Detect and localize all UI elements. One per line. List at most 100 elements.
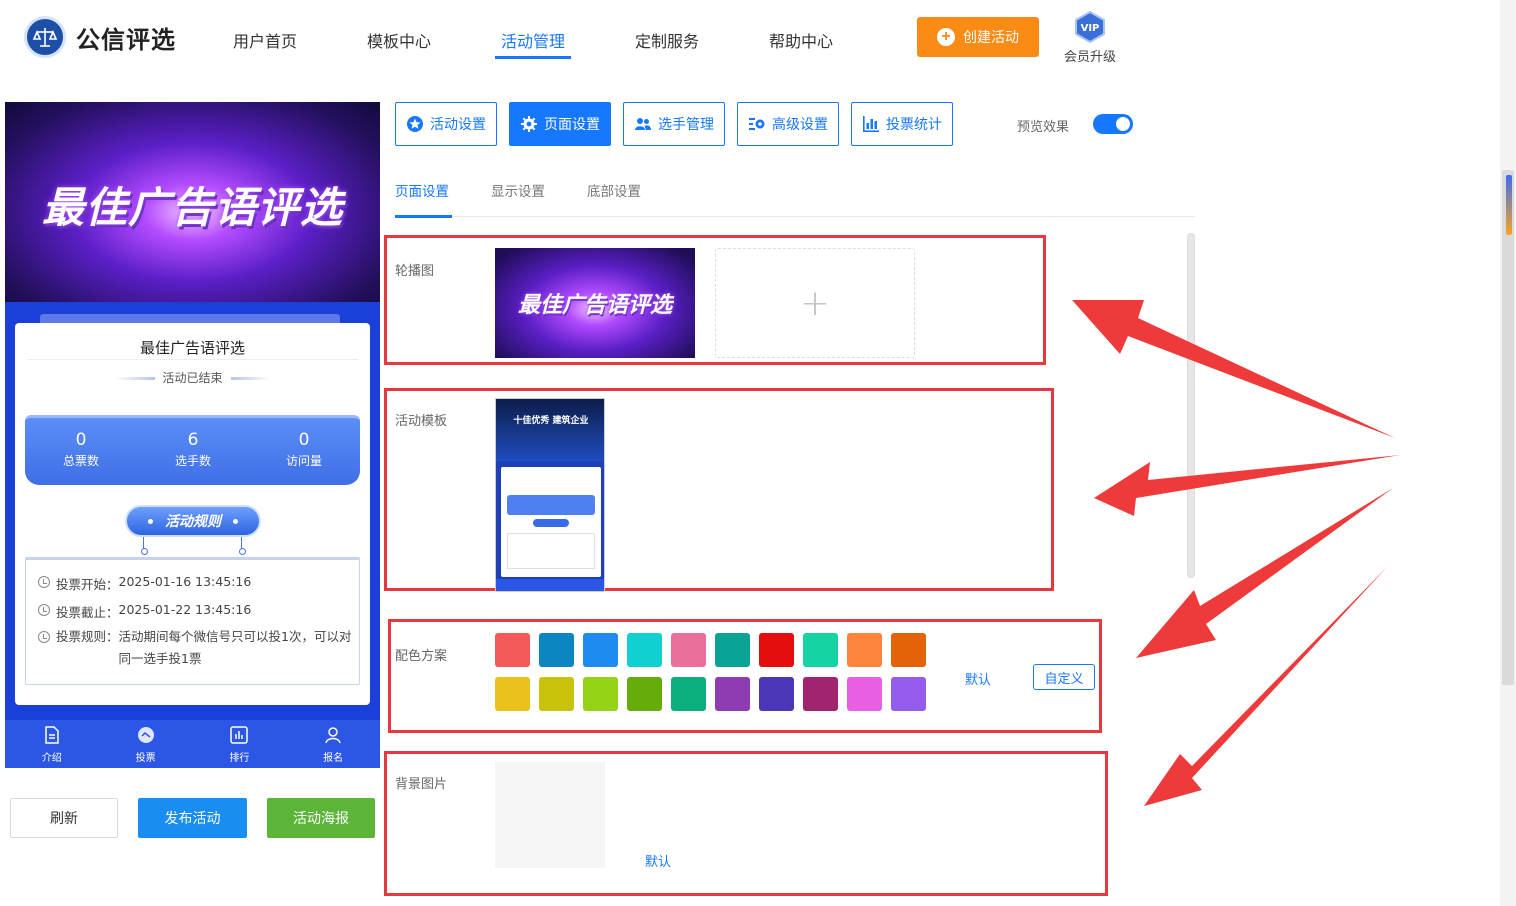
- template-thumbnail[interactable]: 十佳优秀 建筑企业: [495, 398, 605, 592]
- refresh-button[interactable]: 刷新: [10, 798, 118, 838]
- rule-key: 投票截止：: [56, 605, 119, 620]
- rule-key: 投票规则：: [56, 629, 119, 644]
- nav-item-activity-management[interactable]: 活动管理: [501, 28, 565, 52]
- color-swatch[interactable]: [627, 633, 662, 667]
- color-swatch[interactable]: [759, 633, 794, 667]
- nav-item-help[interactable]: 帮助中心: [769, 28, 833, 52]
- color-custom-button[interactable]: 自定义: [1033, 664, 1095, 690]
- clock-icon: [38, 576, 50, 588]
- nav-item-custom-service[interactable]: 定制服务: [635, 28, 699, 52]
- bar-chart-icon: [863, 116, 879, 132]
- color-swatch[interactable]: [671, 677, 706, 711]
- document-icon: [45, 725, 59, 744]
- button-label: 高级设置: [772, 116, 828, 132]
- activity-settings-button[interactable]: 活动设置: [395, 102, 497, 146]
- tab-label: 介绍: [41, 752, 62, 764]
- rules-box: 投票开始： 2025-01-16 13:45:16 投票截止： 2025-01-…: [25, 557, 360, 685]
- template-tabbar: [496, 579, 604, 591]
- template-card: [501, 467, 601, 577]
- color-swatch[interactable]: [803, 633, 838, 667]
- background-image-upload[interactable]: [495, 762, 605, 868]
- carousel-upload-button[interactable]: +: [715, 248, 915, 358]
- clock-icon: [38, 604, 50, 616]
- publish-activity-button[interactable]: 发布活动: [138, 798, 247, 838]
- color-swatch[interactable]: [539, 633, 574, 667]
- tab-ranking[interactable]: 排行: [193, 720, 287, 768]
- banner-title: 最佳广告语评选: [41, 183, 343, 232]
- color-scheme-label: 配色方案: [395, 649, 448, 664]
- contestant-management-button[interactable]: 选手管理: [623, 102, 725, 146]
- activity-poster-button[interactable]: 活动海报: [267, 798, 375, 838]
- color-swatch[interactable]: [539, 677, 574, 711]
- advanced-settings-icon: [749, 118, 765, 130]
- subtab-page-settings[interactable]: 页面设置: [395, 180, 449, 200]
- carousel-label: 轮播图: [395, 264, 435, 279]
- gear-icon: [521, 116, 537, 132]
- rule-key: 投票开始：: [56, 577, 119, 592]
- preview-effect-toggle[interactable]: [1093, 114, 1133, 134]
- color-swatch[interactable]: [715, 633, 750, 667]
- stats-panel: 0 总票数 6 选手数 0 访问量: [25, 415, 360, 485]
- dot-icon: [148, 518, 153, 524]
- subtab-footer-settings[interactable]: 底部设置: [587, 180, 641, 200]
- plus-icon: +: [937, 28, 955, 46]
- activity-title: 最佳广告语评选: [139, 339, 245, 357]
- preview-tabbar: 介绍 投票 排行 报名: [5, 720, 380, 768]
- rule-vote-end: 投票截止： 2025-01-22 13:45:16: [38, 602, 251, 621]
- color-swatch[interactable]: [759, 677, 794, 711]
- tab-intro[interactable]: 介绍: [5, 720, 99, 768]
- logo-icon[interactable]: [24, 16, 66, 58]
- dot-icon: [233, 518, 238, 524]
- connector: [141, 537, 148, 555]
- color-swatch[interactable]: [715, 677, 750, 711]
- tab-label: 排行: [229, 752, 250, 764]
- page-scrollbar-thumb[interactable]: [1502, 170, 1514, 685]
- subtab-display-settings[interactable]: 显示设置: [491, 180, 545, 200]
- color-swatch[interactable]: [847, 633, 882, 667]
- membership-upgrade-link[interactable]: 会员升级: [1064, 46, 1116, 65]
- vip-icon[interactable]: VIP: [1073, 10, 1107, 44]
- tab-label: 报名: [323, 752, 344, 764]
- nav-item-templates[interactable]: 模板中心: [367, 28, 431, 52]
- user-icon: [325, 726, 341, 743]
- brand-name[interactable]: 公信评选: [76, 20, 176, 55]
- subtab-active-indicator: [395, 215, 452, 218]
- status-decoration-right: [231, 377, 271, 380]
- color-swatch[interactable]: [847, 677, 882, 711]
- advanced-settings-button[interactable]: 高级设置: [737, 102, 839, 146]
- template-rules-box: [507, 533, 595, 569]
- activity-info-card: 最佳广告语评选 活动已结束 0 总票数 6 选手数 0 访问量 活动规则 投票开…: [15, 323, 370, 705]
- vip-badge-text: VIP: [1081, 23, 1100, 34]
- color-swatch[interactable]: [583, 677, 618, 711]
- color-swatch[interactable]: [803, 677, 838, 711]
- color-swatch[interactable]: [891, 677, 926, 711]
- button-label: 选手管理: [658, 116, 714, 132]
- color-swatch[interactable]: [671, 633, 706, 667]
- preview-effect-label: 预览效果: [1017, 120, 1070, 135]
- template-highlight: [384, 388, 1054, 591]
- rule-value: 2025-01-16 13:45:16: [118, 574, 252, 589]
- nav-active-indicator: [495, 56, 571, 59]
- background-highlight: [384, 751, 1108, 896]
- activity-rules-button[interactable]: 活动规则: [125, 505, 261, 537]
- color-swatch[interactable]: [495, 677, 530, 711]
- tab-vote[interactable]: 投票: [99, 720, 193, 768]
- carousel-image[interactable]: 最佳广告语评选: [495, 248, 695, 358]
- create-activity-button[interactable]: + 创建活动: [917, 17, 1039, 57]
- divider: [27, 359, 358, 360]
- vote-statistics-button[interactable]: 投票统计: [851, 102, 953, 146]
- settings-scrollbar-thumb[interactable]: [1187, 233, 1195, 578]
- color-swatch[interactable]: [583, 633, 618, 667]
- mobile-preview: 最佳广告语评选 最佳广告语评选 活动已结束 0 总票数 6 选手数 0 访问量 …: [5, 102, 380, 768]
- activity-rules-label: 活动规则: [165, 514, 221, 530]
- template-label: 活动模板: [395, 414, 448, 429]
- page-settings-button[interactable]: 页面设置: [509, 102, 611, 146]
- color-swatch[interactable]: [627, 677, 662, 711]
- color-swatch[interactable]: [891, 633, 926, 667]
- color-default-link[interactable]: 默认: [965, 669, 991, 688]
- tab-register[interactable]: 报名: [286, 720, 380, 768]
- stat-value: 0: [298, 430, 310, 450]
- color-swatch[interactable]: [495, 633, 530, 667]
- nav-item-home[interactable]: 用户首页: [233, 28, 297, 52]
- background-default-link[interactable]: 默认: [645, 851, 671, 870]
